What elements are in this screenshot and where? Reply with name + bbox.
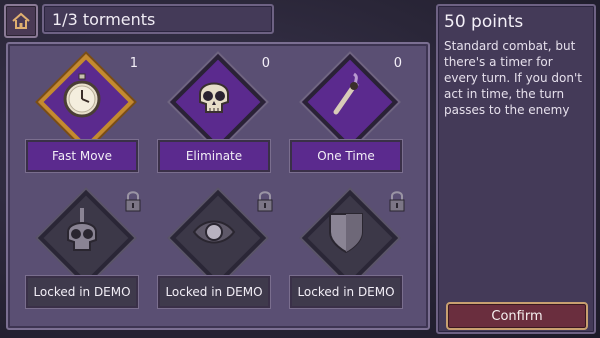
home-button[interactable] xyxy=(4,4,38,38)
torments-counter: 1/3 torments xyxy=(42,4,274,34)
skull-dagger-icon xyxy=(67,208,97,251)
torment-card-one-time[interactable]: 0 One Time xyxy=(284,52,408,178)
torment-label: Eliminate xyxy=(157,139,271,173)
torment-count: 0 xyxy=(393,56,402,71)
confirm-button[interactable]: Confirm xyxy=(446,302,588,330)
torment-label: Locked in DEMO xyxy=(25,275,139,309)
torment-card-eliminate[interactable]: 0 Eliminate xyxy=(152,52,276,178)
torment-label: Fast Move xyxy=(25,139,139,173)
torment-card-locked-1[interactable]: Locked in DEMO xyxy=(20,188,144,314)
torment-label: Locked in DEMO xyxy=(157,275,271,309)
shield-icon xyxy=(329,213,363,254)
torment-details-panel: 50 points Standard combat, but there's a… xyxy=(436,4,596,334)
torments-grid: 1 Fast Move 0 Eliminate 0 One Time Locke… xyxy=(6,42,430,330)
torment-card-locked-2[interactable]: Locked in DEMO xyxy=(152,188,276,314)
torment-label: One Time xyxy=(289,139,403,173)
torment-card-locked-3[interactable]: Locked in DEMO xyxy=(284,188,408,314)
stopwatch-icon xyxy=(63,73,101,118)
lock-icon xyxy=(125,191,141,212)
torment-label: Locked in DEMO xyxy=(289,275,403,309)
skull-icon xyxy=(199,82,229,113)
torment-description: Standard combat, but there's a timer for… xyxy=(444,39,582,117)
torment-count: 1 xyxy=(129,56,138,71)
torment-card-fast-move[interactable]: 1 Fast Move xyxy=(20,52,144,178)
match-icon xyxy=(333,72,359,115)
eye-icon xyxy=(192,220,236,244)
points-value: 50 points xyxy=(444,12,524,32)
lock-icon xyxy=(389,191,405,212)
home-icon xyxy=(12,12,30,29)
torment-count: 0 xyxy=(261,56,270,71)
lock-icon xyxy=(257,191,273,212)
